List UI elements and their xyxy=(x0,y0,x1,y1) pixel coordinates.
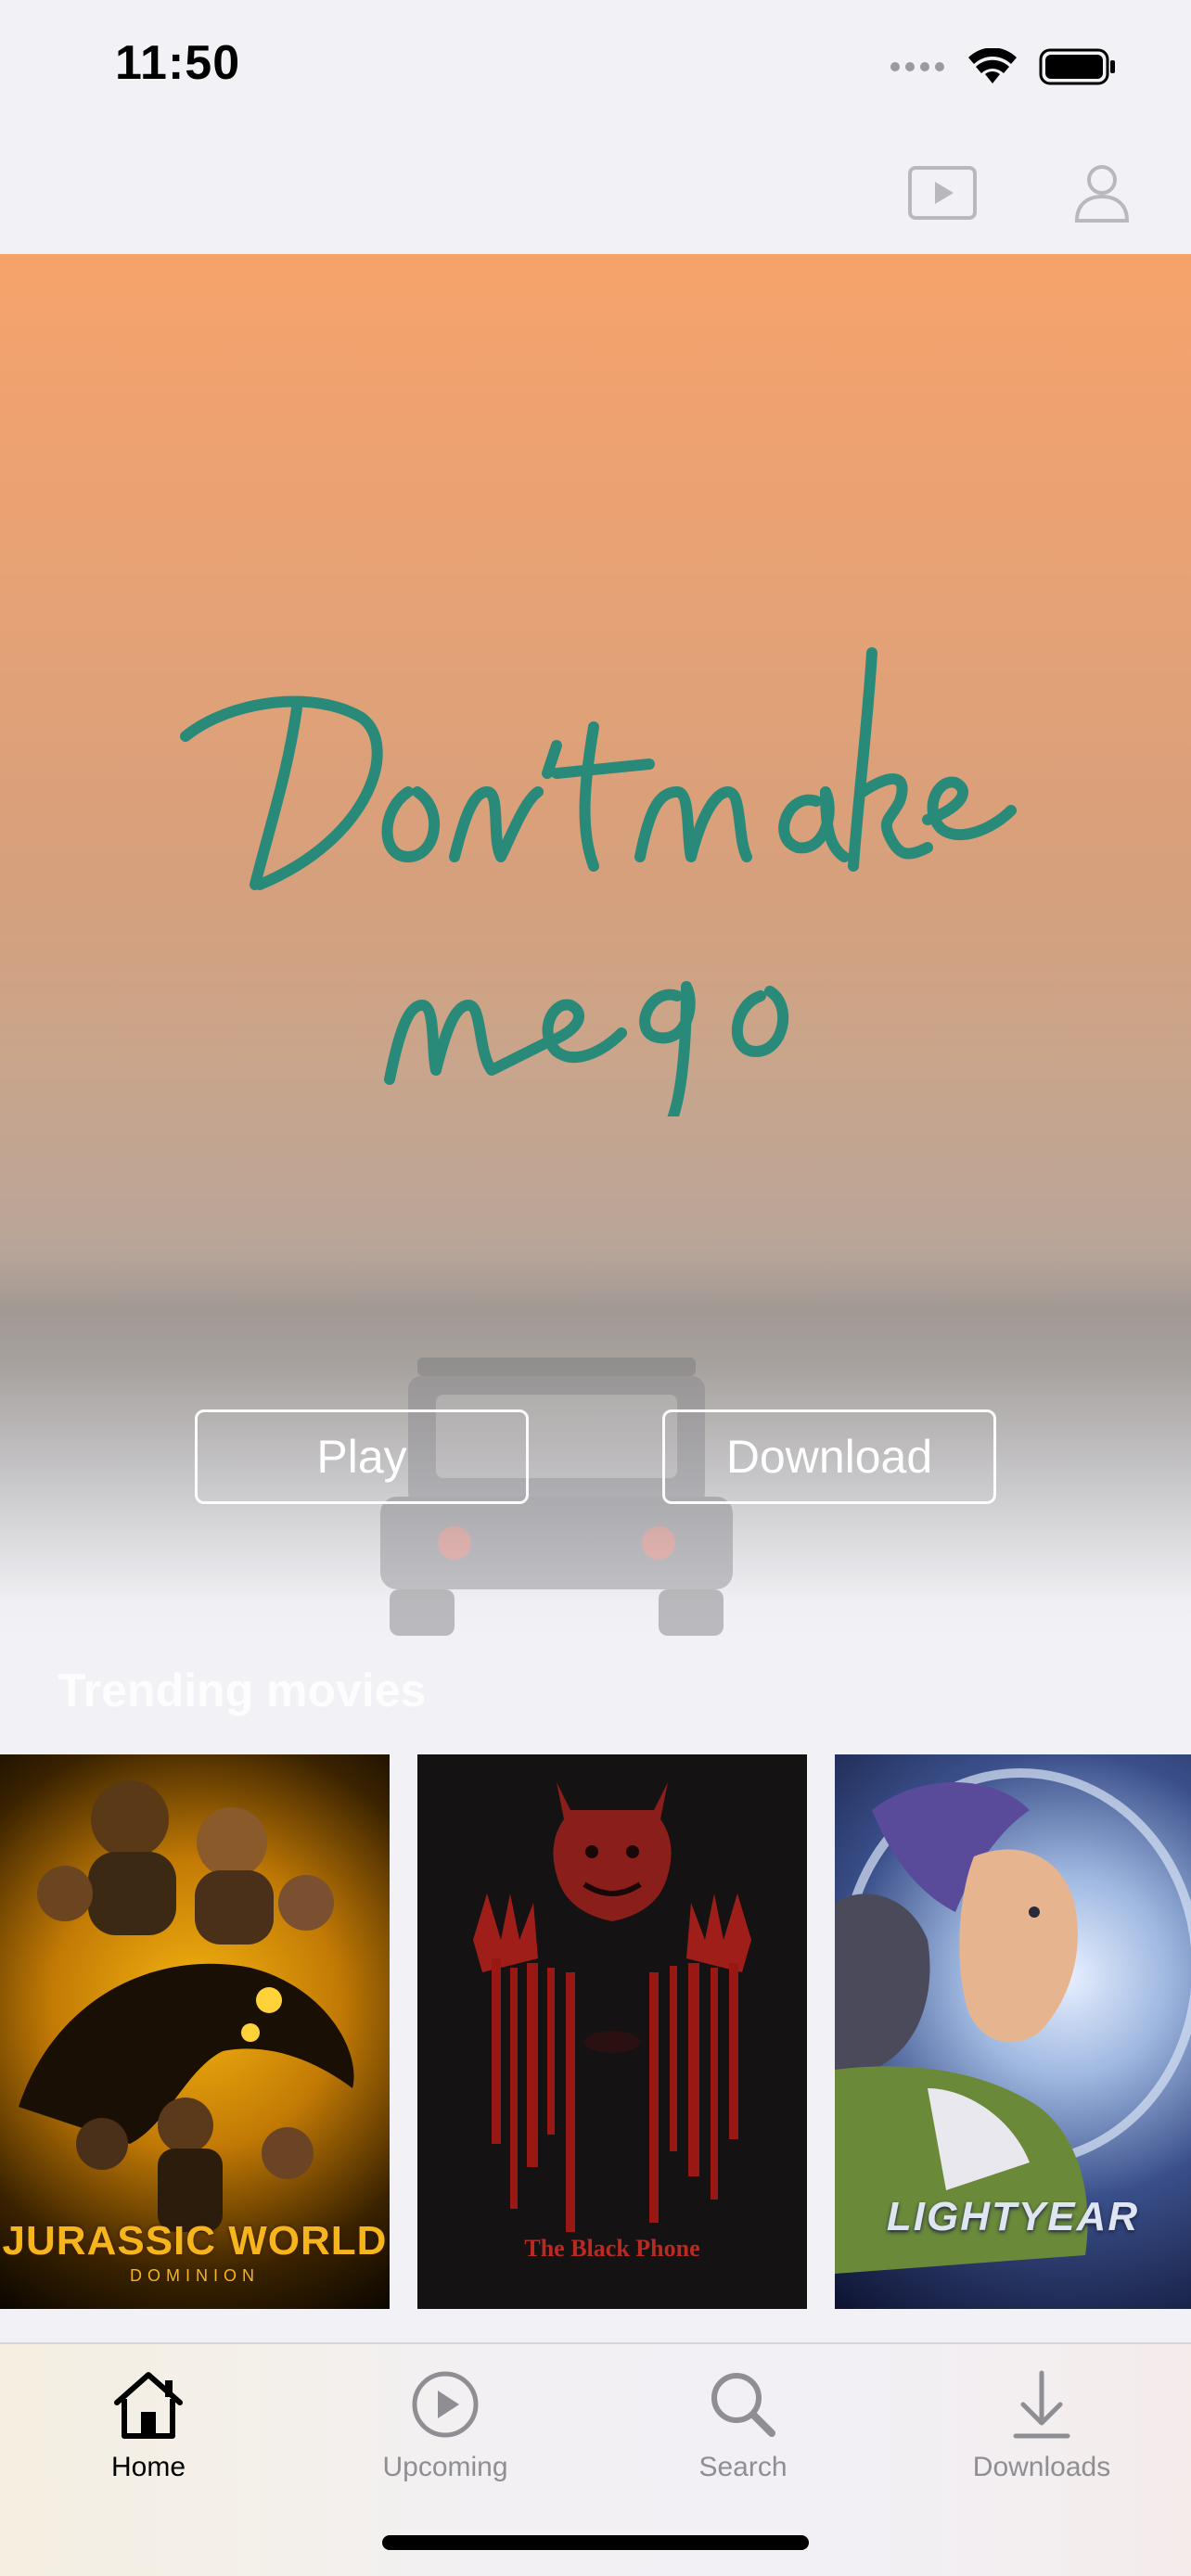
status-icons xyxy=(889,43,1117,91)
download-arrow-icon xyxy=(1000,2363,1083,2446)
app-screen: 11:50 Play Download Trending movies JURA… xyxy=(0,0,1191,2576)
tab-label-downloads: Downloads xyxy=(972,2452,1111,2482)
section-title-trending: Trending movies xyxy=(58,1664,427,1716)
tab-label-search: Search xyxy=(698,2452,788,2482)
nav-bar xyxy=(0,130,1191,254)
person-icon xyxy=(1074,165,1130,223)
movie-poster-lightyear[interactable]: LIGHTYEAR xyxy=(835,1754,1191,2309)
tab-home[interactable]: Home xyxy=(28,2363,269,2502)
signal-dots-icon xyxy=(890,62,944,71)
poster-title-black-phone: The Black Phone xyxy=(524,2235,700,2262)
play-rectangle-icon xyxy=(908,166,977,220)
home-indicator[interactable] xyxy=(382,2535,809,2550)
magnifying-glass-icon xyxy=(701,2363,785,2446)
black-phone-artwork xyxy=(473,1782,751,2232)
play-circle-icon xyxy=(403,2363,487,2446)
hero-banner: Play Download xyxy=(0,254,1191,1643)
tab-search[interactable]: Search xyxy=(622,2363,864,2502)
poster-title-lightyear: LIGHTYEAR xyxy=(886,2194,1140,2239)
movie-poster-jurassic-world[interactable]: JURASSIC WORLD DOMINION xyxy=(0,1754,390,2309)
wifi-icon xyxy=(968,48,1017,83)
tab-label-upcoming: Upcoming xyxy=(382,2452,508,2482)
hero-title-art xyxy=(180,647,1017,1116)
trending-movies-carousel[interactable]: JURASSIC WORLD DOMINION The Black Phone … xyxy=(0,1754,1191,2311)
tab-upcoming[interactable]: Upcoming xyxy=(325,2363,566,2502)
status-bar: 11:50 xyxy=(0,0,1191,130)
movie-poster-black-phone[interactable]: The Black Phone xyxy=(417,1754,807,2309)
tab-downloads[interactable]: Downloads xyxy=(921,2363,1162,2502)
profile-button[interactable] xyxy=(1065,156,1139,230)
poster-title-jurassic: JURASSIC WORLD xyxy=(2,2218,388,2264)
poster-subtitle-jurassic: DOMINION xyxy=(130,2266,260,2285)
battery-icon xyxy=(1039,48,1115,85)
status-time: 11:50 xyxy=(115,36,241,90)
tab-label-home: Home xyxy=(110,2452,186,2482)
house-icon xyxy=(107,2363,190,2446)
play-button[interactable]: Play xyxy=(195,1409,529,1504)
play-rectangle-button[interactable] xyxy=(905,156,980,230)
download-button[interactable]: Download xyxy=(662,1409,996,1504)
